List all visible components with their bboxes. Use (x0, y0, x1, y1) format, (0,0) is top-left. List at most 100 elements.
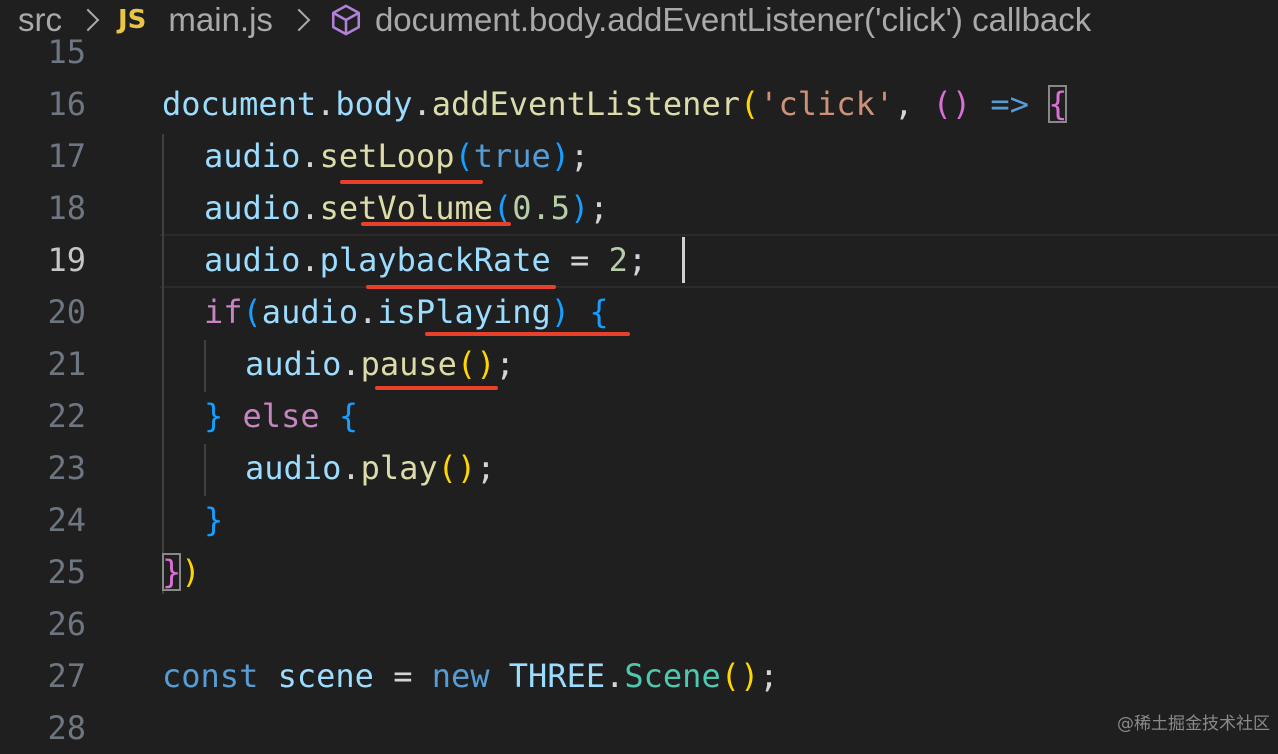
code-line: 28 (0, 702, 1278, 754)
line-number: 26 (47, 605, 86, 643)
code-text: audio.playbackRate = 2; (204, 234, 647, 286)
code-text: audio.setLoop(true); (204, 130, 589, 182)
code-editor[interactable]: 15 16 document.body.addEventListener('cl… (0, 33, 1278, 747)
code-token: . (341, 449, 361, 487)
code-token: { (338, 397, 359, 435)
code-token: ( (739, 85, 760, 123)
line-number: 24 (47, 501, 86, 539)
code-token: ( (720, 657, 740, 695)
code-token: audio (204, 137, 301, 175)
code-token: ) (476, 345, 496, 383)
line-number: 19 (47, 241, 86, 279)
line-number: 15 (47, 33, 86, 71)
code-token: ; (476, 449, 496, 487)
code-token: => (990, 85, 1029, 123)
line-number: 18 (47, 189, 86, 227)
code-token: , (894, 85, 933, 123)
code-token: play (360, 449, 438, 487)
code-token: ( (932, 85, 952, 123)
bracket-match: { (1048, 85, 1068, 123)
code-line: 15 (0, 26, 1278, 78)
code-token: playbackRate (319, 241, 551, 279)
code-text: }) (162, 546, 201, 598)
code-token: ; (589, 189, 609, 227)
code-token: . (300, 137, 320, 175)
line-number: 27 (47, 657, 86, 695)
code-token: . (412, 85, 432, 123)
code-text: document.body.addEventListener('click', … (162, 78, 1068, 130)
code-token: ) (456, 449, 477, 487)
code-token: 2 (608, 241, 628, 279)
line-number: 16 (47, 85, 86, 123)
code-line: 23 audio.play(); (0, 442, 1278, 494)
code-token: true (473, 137, 551, 175)
code-token: . (300, 241, 320, 279)
code-line: 16 document.body.addEventListener('click… (0, 78, 1278, 130)
code-token: else (242, 397, 320, 435)
code-token: . (316, 85, 336, 123)
code-token: } (204, 397, 224, 435)
code-line: 17 audio.setLoop(true); (0, 130, 1278, 182)
code-token: } (204, 501, 224, 539)
code-token: ) (550, 293, 571, 331)
code-text: audio.setVolume(0.5); (204, 182, 609, 234)
code-token: audio (204, 241, 301, 279)
code-token: ) (550, 137, 571, 175)
code-token: 0.5 (512, 189, 571, 227)
code-token: . (358, 293, 378, 331)
line-number: 25 (47, 553, 86, 591)
code-token: if (204, 293, 243, 331)
code-token: audio (204, 189, 301, 227)
code-line: 26 (0, 598, 1278, 650)
line-number: 22 (47, 397, 86, 435)
code-token: isPlaying (377, 293, 551, 331)
line-number: 21 (47, 345, 86, 383)
code-token: scene (277, 657, 374, 695)
code-text: if(audio.isPlaying) { (204, 286, 609, 338)
code-token: ) (570, 189, 590, 227)
annotation-underline (340, 180, 483, 184)
code-text: audio.pause(); (245, 338, 515, 390)
code-text: const scene = new THREE.Scene(); (162, 650, 779, 702)
annotation-underline (366, 285, 556, 289)
code-token: ; (495, 345, 515, 383)
code-text: } (204, 494, 223, 546)
code-token: Scene (624, 657, 721, 695)
annotation-underline (375, 386, 498, 390)
code-token: 'click' (759, 85, 895, 123)
code-token: new (431, 657, 490, 695)
annotation-underline (425, 332, 630, 336)
code-token: ; (759, 657, 779, 695)
watermark: @稀土掘金技术社区 (1117, 714, 1270, 734)
code-token: ( (437, 449, 457, 487)
code-token: = (373, 657, 432, 695)
text-cursor (682, 237, 685, 283)
code-token: ( (242, 293, 262, 331)
code-line: 20 if(audio.isPlaying) { (0, 286, 1278, 338)
code-token: pause (360, 345, 457, 383)
code-token: = (550, 241, 609, 279)
code-token: . (341, 345, 361, 383)
code-line: 24 } (0, 494, 1278, 546)
code-line-active: 19 audio.playbackRate = 2; (0, 234, 1278, 286)
code-token: ( (454, 137, 474, 175)
code-line: 22 } else { (0, 390, 1278, 442)
code-token: THREE (508, 657, 606, 695)
code-token: . (605, 657, 625, 695)
bracket-match: } (162, 553, 182, 591)
code-line: 27 const scene = new THREE.Scene(); (0, 650, 1278, 702)
code-token: addEventListener (431, 85, 740, 123)
code-text: } else { (204, 390, 358, 442)
code-token: . (300, 189, 320, 227)
line-number: 28 (47, 709, 86, 747)
code-token: ) (951, 85, 972, 123)
code-token: audio (261, 293, 359, 331)
code-line: 18 audio.setVolume(0.5); (0, 182, 1278, 234)
code-token: ) (181, 553, 201, 591)
